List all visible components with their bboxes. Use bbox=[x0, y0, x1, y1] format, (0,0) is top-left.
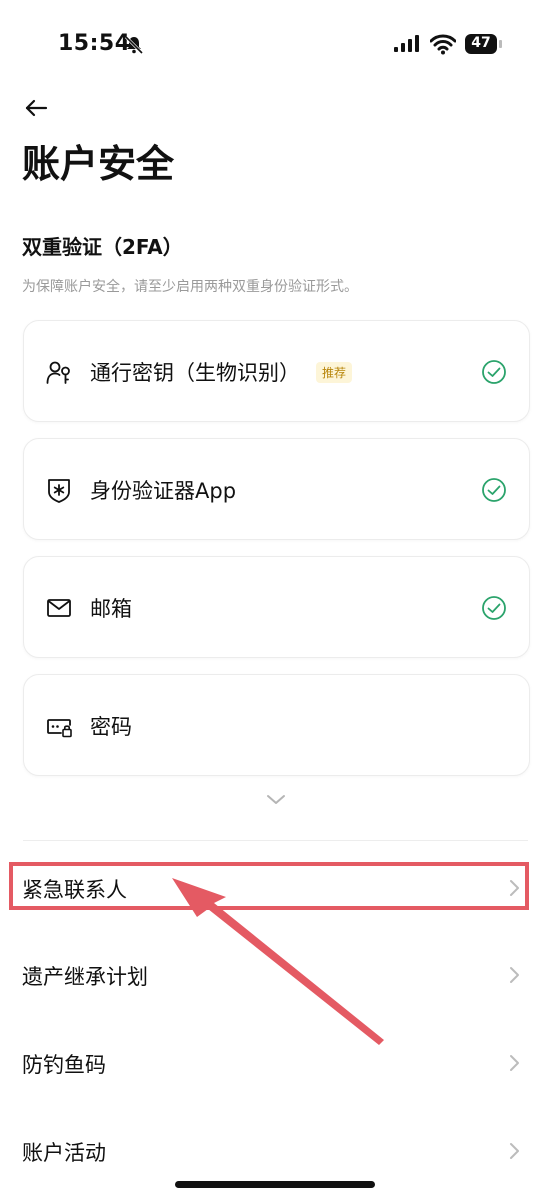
annotation-highlight-box bbox=[9, 862, 529, 910]
mail-icon bbox=[47, 599, 71, 617]
twofa-item-label: 身份验证器App bbox=[90, 479, 237, 503]
menu-item-label: 防钓鱼码 bbox=[22, 1053, 106, 1077]
recommended-badge: 推荐 bbox=[316, 362, 353, 383]
bell-muted-icon bbox=[124, 35, 144, 55]
twofa-item-authenticator[interactable]: 身份验证器App bbox=[23, 438, 530, 540]
chevron-right-icon bbox=[510, 1143, 519, 1159]
twofa-item-password[interactable]: 密码 bbox=[23, 674, 530, 776]
check-circle-icon bbox=[482, 478, 506, 502]
check-circle-icon bbox=[482, 596, 506, 620]
cellular-signal-icon bbox=[394, 35, 419, 52]
chevron-down-icon[interactable] bbox=[264, 792, 288, 808]
back-arrow-icon[interactable] bbox=[24, 96, 48, 120]
wifi-icon bbox=[430, 34, 456, 55]
page-title: 账户安全 bbox=[22, 142, 175, 186]
authenticator-icon bbox=[48, 479, 70, 503]
home-indicator bbox=[175, 1181, 375, 1188]
section-title-2fa: 双重验证（2FA） bbox=[22, 235, 183, 259]
chevron-right-icon bbox=[510, 967, 519, 983]
menu-item-label: 账户活动 bbox=[22, 1141, 106, 1165]
passkey-icon bbox=[46, 361, 70, 384]
check-circle-icon bbox=[482, 360, 506, 384]
twofa-item-label: 密码 bbox=[90, 715, 132, 739]
battery-icon: 47 bbox=[465, 34, 503, 54]
section-divider bbox=[23, 840, 528, 841]
twofa-item-label: 通行密钥（生物识别） bbox=[90, 361, 300, 385]
twofa-item-passkey[interactable]: 通行密钥（生物识别） 推荐 bbox=[23, 320, 530, 422]
section-description-2fa: 为保障账户安全，请至少启用两种双重身份验证形式。 bbox=[22, 279, 358, 295]
menu-item-label: 遗产继承计划 bbox=[22, 965, 148, 989]
status-time: 15:54 bbox=[58, 31, 131, 56]
twofa-item-label: 邮箱 bbox=[90, 597, 132, 621]
status-bar: 15:54 47 bbox=[0, 0, 551, 90]
menu-item-inheritance-plan[interactable]: 遗产继承计划 bbox=[0, 933, 551, 1013]
password-icon bbox=[47, 719, 72, 738]
chevron-right-icon bbox=[510, 1055, 519, 1071]
battery-level: 47 bbox=[471, 35, 491, 51]
twofa-item-email[interactable]: 邮箱 bbox=[23, 556, 530, 658]
menu-item-anti-phishing-code[interactable]: 防钓鱼码 bbox=[0, 1021, 551, 1101]
menu-item-account-activity[interactable]: 账户活动 bbox=[0, 1109, 551, 1189]
